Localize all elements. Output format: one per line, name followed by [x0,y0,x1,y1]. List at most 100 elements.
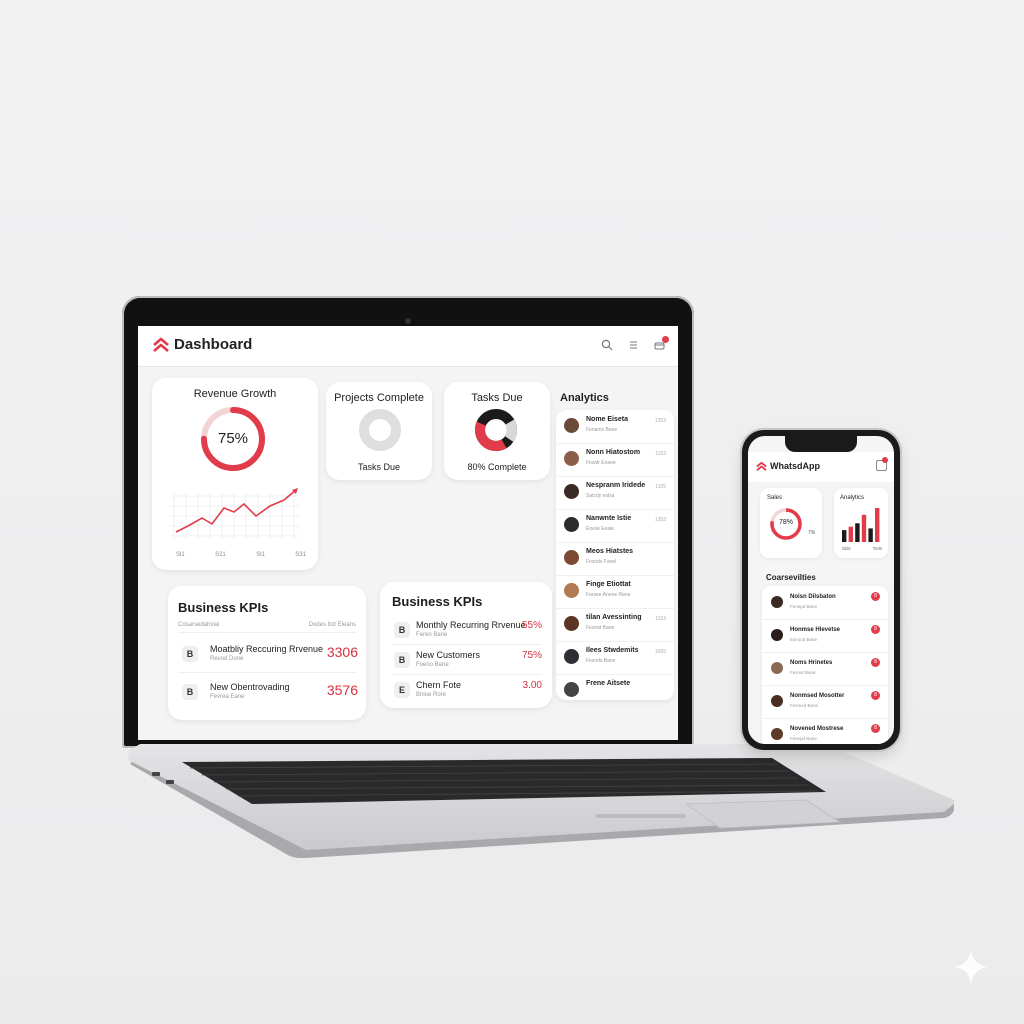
bar [875,508,880,542]
sparkle-icon [954,950,988,984]
page-title: Dashboard [174,336,253,353]
kpi-sub: Foeno Bane [416,662,449,668]
phone: WhatsdApp Sales 78% 7% Analytics Slds Ti… [742,430,900,750]
kpi-value: 3576 [326,682,358,698]
search-icon[interactable] [600,339,614,353]
notification-badge [662,336,669,343]
tick-label: S31 [295,552,306,558]
kpi-label: New Obentrovading [210,682,290,692]
kpis-title: Business KPIs [178,600,269,615]
status-badge: 8 [871,592,880,601]
status-badge: 8 [871,724,880,733]
tasks-due-title: Tasks Due [471,392,523,404]
phone-app-title: WhatsdApp [770,461,820,471]
phone-notch [785,436,857,452]
kpi-sub: Revod Done [210,656,244,662]
list-item[interactable]: Meos Hiatstes Fesnds Fanel [556,542,674,576]
kpi-label: Monthly Recurring Rrvenue [416,620,526,630]
kpi-icon: B [394,622,410,638]
kpis-title: Business KPIs [392,594,483,609]
list-item[interactable]: Noisn Dilsbaton Fenepd Bane 8 [762,586,888,620]
projects-caption: Tasks Due [357,462,401,472]
kpi-row[interactable]: B Monthly Recurring Rrvenue Fereo Bane 5… [394,618,542,646]
list-item[interactable]: Nonmsed Mosotter Fesmed Bane 8 [762,685,888,719]
list-item[interactable]: Nanwnte Istie Enesk Eeaie 1353 [556,509,674,543]
tasks-due-card[interactable]: Tasks Due 80% Complete [444,382,550,480]
projects-donut [359,409,401,451]
business-kpis-card[interactable]: Business KPIs Cosarsedahviai Dodes Itot … [168,586,366,720]
phone-analytics-card[interactable]: Analytics Slds Tiels [834,488,888,558]
logo-icon [153,337,169,352]
list-item[interactable]: Ilees Stwdemits Fesnds Bane 1055 [556,641,674,675]
menu-icon[interactable] [626,339,640,353]
list-item[interactable]: tilan Avessinting Fesmd Bane 1153 [556,608,674,642]
phone-bar-chart [842,508,880,542]
phone-top-bar: WhatsdApp [748,452,894,482]
status-badge: 8 [871,658,880,667]
sales-title: Sales [767,495,783,501]
revenue-line-chart [170,488,300,540]
kpi-label: Moatbliy Reccuring Rrvenue [210,644,324,654]
tasks-caption: 80% Complete [467,462,527,472]
business-kpis-card-secondary[interactable]: Business KPIs B Monthly Recurring Rrvenu… [380,582,552,708]
list-item[interactable]: Nonn Hiatostom Fewdr Enaoe 1153 [556,443,674,477]
sales-side-label: 7% [808,530,816,536]
revenue-percent: 75% [217,430,249,447]
sales-percent: 78% [778,519,793,526]
top-bar: Dashboard [138,326,678,367]
bar [855,523,860,542]
kpi-value: 75% [521,650,542,661]
status-badge: 8 [871,625,880,634]
projects-complete-card[interactable]: Projects Complete Tasks Due [326,382,432,480]
list-item[interactable]: Noms Hrinetes Fesnat Bane 8 [762,652,888,686]
kpis-subheader-left: Cosarsedahviai [178,622,220,628]
laptop-lid: Dashboard Revenue Growth 75% Sl1 S21 Sl1… [122,296,694,748]
status-badge: 8 [871,691,880,700]
bar-label: Tiels [872,546,882,551]
kpi-label: New Customers [416,650,481,660]
laptop-base [128,744,954,858]
phone-list: Noisn Dilsbaton Fenepd Bane 8 Honmse Hleve… [762,586,888,744]
kpi-value: 3306 [326,644,358,660]
revenue-growth-title: Revenue Growth [193,388,277,400]
tick-label: S21 [215,552,226,558]
revenue-chart-ticks: Sl1 S21 Sl1 S31 [176,552,306,558]
kpi-icon: E [394,682,410,698]
laptop-screen: Dashboard Revenue Growth 75% Sl1 S21 Sl1… [138,326,678,740]
kpi-row[interactable]: B New Obentrovading Fevrea Eane 3576 [182,680,358,708]
revenue-growth-card[interactable]: Revenue Growth 75% Sl1 S21 Sl1 S31 [152,378,318,570]
list-item[interactable]: Finge Etiottat Farsee Anene Rene [556,575,674,609]
list-item[interactable]: Novened Mostrese Fesepd Bane 8 [762,718,888,744]
tasks-donut [475,409,517,451]
analytics-title: Analytics [560,392,609,404]
bar [868,528,873,542]
list-item[interactable]: Frene Aitsete [556,674,674,700]
notification-badge [882,457,888,463]
kpi-value: 3.00 [522,680,542,691]
bar [842,530,847,542]
kpi-row[interactable]: E Chern Fote Bnioe Rore 3.00 [394,678,542,706]
list-item[interactable]: Nome Eiseta Fenams Bane 1353 [556,410,674,444]
list-item[interactable]: Honmse Hlevetse Esnood Bane 8 [762,619,888,653]
kpi-row[interactable]: B New Customers Foeno Bane 75% [394,648,542,676]
phone-list-title: Coarsevilties [766,573,816,582]
tick-label: Sl1 [256,552,265,558]
tick-label: Sl1 [176,552,185,558]
sales-card[interactable]: Sales 78% 7% [760,488,822,558]
list-item[interactable]: Nespranm Iridede Satcdy eslsa 1105 [556,476,674,510]
bar-label: Slds [842,546,851,551]
kpi-row[interactable]: B Moatbliy Reccuring Rrvenue Revod Done … [182,642,358,670]
phone-bar-labels: Slds Tiels [842,546,882,551]
phone-analytics-title: Analytics [840,495,865,501]
kpi-label: Chern Fote [416,680,462,690]
webcam [405,318,411,324]
kpi-icon: B [394,652,410,668]
kpi-value: 55% [521,620,542,631]
kpi-sub: Fereo Bane [416,632,448,638]
kpi-sub: Bnioe Rore [416,692,447,698]
analytics-list: Nome Eiseta Fenams Bane 1353 Nonn Hiatosto… [556,410,674,700]
bar [861,514,867,542]
logo-icon [756,461,767,471]
phone-screen: WhatsdApp Sales 78% 7% Analytics Slds Ti… [748,436,894,744]
projects-complete-title: Projects Complete [334,392,424,404]
